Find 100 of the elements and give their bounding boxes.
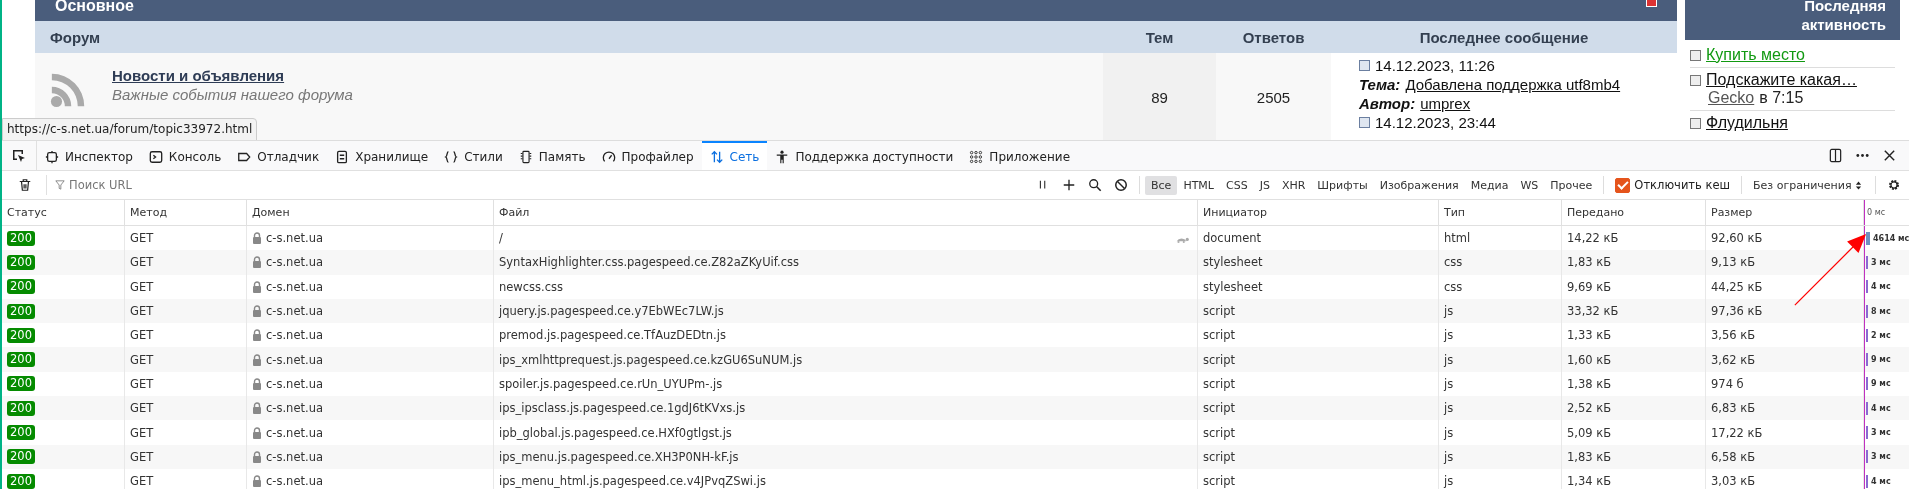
disable-cache-checkbox[interactable] (1615, 177, 1631, 193)
method-cell: GET (130, 425, 154, 440)
size-cell: 974 б (1711, 376, 1744, 391)
domain-cell: c-s.net.ua (266, 474, 323, 489)
funnel-icon (55, 180, 65, 190)
status-badge: 200 (7, 425, 35, 440)
checkbox-label[interactable]: Отключить кеш (1634, 178, 1731, 192)
transferred-cell: 1,33 кБ (1567, 328, 1612, 343)
file-cell: ips_menu.js.pagespeed.ce.XH3P0NH-kF.js (499, 449, 739, 464)
devtools-tab[interactable]: Консоль (140, 141, 230, 170)
column-header[interactable]: Статус (2, 200, 125, 225)
column-header: Ответов (1241, 28, 1306, 46)
size-cell: 9,13 кБ (1711, 255, 1756, 270)
lock-icon (252, 426, 262, 439)
type-filter-button[interactable]: XHR (1275, 175, 1312, 195)
arrows-icon (709, 149, 724, 164)
forum-title-link[interactable]: Новости и объявления (112, 67, 353, 84)
column-header[interactable]: Файл (494, 200, 1198, 225)
activity-link[interactable]: Флудильня (1706, 114, 1788, 132)
trash-icon[interactable] (18, 178, 32, 192)
transferred-cell: 33,32 кБ (1567, 304, 1619, 319)
post-date: 14.12.2023, 11:26 (1375, 57, 1495, 74)
author-link[interactable]: Gecko (1708, 89, 1755, 107)
lock-icon (252, 353, 262, 366)
type-filter-button[interactable]: HTML (1177, 175, 1220, 195)
devtools-tab[interactable]: Сеть (701, 141, 768, 170)
devtools-tab[interactable]: Поддержка доступности (767, 141, 962, 170)
size-cell: 6,58 кБ (1711, 449, 1756, 464)
status-badge: 200 (7, 473, 35, 489)
method-cell: GET (130, 376, 154, 391)
devtools-tab[interactable]: Профайлер (593, 141, 702, 170)
type-filter-button[interactable]: Изображения (1373, 175, 1465, 195)
throttling-dropdown[interactable]: Без ограничения (1747, 178, 1870, 192)
type-filter-button[interactable]: WS (1514, 175, 1545, 195)
dock-icon[interactable] (1828, 148, 1843, 163)
topic-link[interactable]: Добавлена поддержка utf8mb4 (1405, 76, 1621, 93)
column-header[interactable]: Домен (247, 200, 494, 225)
method-cell: GET (130, 231, 154, 246)
timing-label: 2 мс (1871, 330, 1891, 340)
transferred-cell: 1,83 кБ (1567, 449, 1612, 464)
type-filter-button[interactable]: CSS (1220, 175, 1254, 195)
domain-cell: c-s.net.ua (266, 449, 323, 464)
author-link[interactable]: umprex (1420, 95, 1471, 112)
devtools-tab[interactable]: Стили (436, 141, 511, 170)
url-filter-field[interactable]: Поиск URL (69, 178, 369, 192)
devtools-tab[interactable]: Инспектор (37, 141, 141, 170)
close-icon[interactable] (1882, 148, 1897, 163)
devtools-tab[interactable]: Отладчик (229, 141, 328, 170)
grid-icon (969, 149, 984, 164)
domain-cell: c-s.net.ua (266, 279, 323, 294)
file-cell: premod.js.pagespeed.ce.TfAuzDEDtn.js (499, 328, 726, 343)
column-header[interactable]: Размер (1706, 200, 1864, 225)
file-cell: ips_ipsclass.js.pagespeed.ce.1gdJ6tKVxs.js (499, 401, 746, 416)
topic-icon (1690, 117, 1701, 129)
size-cell: 3,03 кБ (1711, 474, 1756, 489)
domain-cell: c-s.net.ua (266, 376, 323, 391)
type-filter-button[interactable]: JS (1253, 175, 1276, 195)
transferred-cell: 5,09 кБ (1567, 425, 1612, 440)
devtools-tab[interactable]: Хранилище (327, 141, 437, 170)
type-filter-button[interactable]: Прочее (1544, 175, 1599, 195)
plus-icon[interactable] (1062, 178, 1076, 192)
status-badge: 200 (7, 400, 35, 416)
size-cell: 17,22 кБ (1711, 425, 1763, 440)
devtools-tab[interactable]: Приложение (961, 141, 1079, 170)
timing-label: 3 мс (1871, 257, 1891, 267)
type-cell: js (1444, 474, 1454, 489)
column-header[interactable]: Метод (125, 200, 247, 225)
domain-cell: c-s.net.ua (266, 304, 323, 319)
method-cell: GET (130, 352, 154, 367)
activity-link[interactable]: Купить место (1706, 46, 1805, 64)
post-icon (1359, 60, 1370, 71)
initiator-cell: script (1203, 449, 1236, 464)
type-cell: css (1444, 255, 1463, 270)
transferred-cell: 14,22 кБ (1567, 231, 1619, 246)
search-icon[interactable] (1088, 178, 1102, 192)
lock-icon (252, 256, 262, 269)
method-cell: GET (130, 449, 154, 464)
method-cell: GET (130, 304, 154, 319)
type-filter-button[interactable]: Медиа (1464, 175, 1515, 195)
status-badge: 200 (7, 279, 35, 295)
activity-link[interactable]: Подскажите какая… (1706, 71, 1857, 89)
column-header[interactable]: Тип (1439, 200, 1562, 225)
column-header[interactable]: Инициатор (1198, 200, 1439, 225)
method-cell: GET (130, 474, 154, 489)
status-url-tooltip: https://c-s.net.ua/forum/topic33972.html (2, 118, 258, 140)
block-icon[interactable] (1114, 178, 1128, 192)
type-filter-button[interactable]: Шрифты (1311, 175, 1374, 195)
file-cell: / (499, 231, 503, 246)
devtools-tab[interactable]: Память (510, 141, 594, 170)
size-cell: 97,36 кБ (1711, 304, 1763, 319)
settings-icon[interactable] (1886, 178, 1901, 192)
column-header[interactable]: Передано (1562, 200, 1706, 225)
status-badge: 200 (7, 303, 35, 319)
type-cell: js (1444, 425, 1454, 440)
domain-cell: c-s.net.ua (266, 352, 323, 367)
timing-label: 3 мс (1871, 428, 1891, 437)
timing-label: 4 мс (1871, 282, 1891, 292)
type-cell: html (1444, 231, 1471, 246)
type-filter-button[interactable]: Все (1145, 175, 1178, 195)
status-badge: 200 (7, 230, 35, 246)
